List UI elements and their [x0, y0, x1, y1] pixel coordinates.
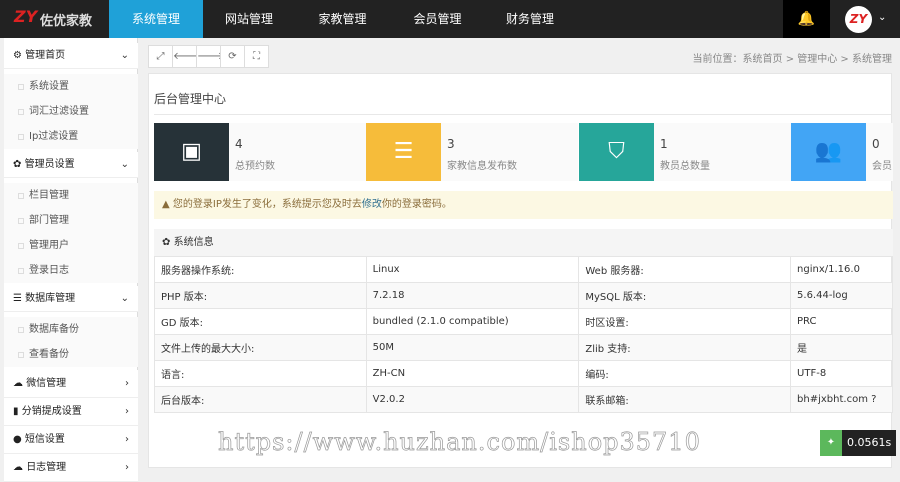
expand-icon[interactable]: ⤢: [148, 45, 173, 68]
thinkphp-icon: ✦: [820, 430, 842, 456]
table-cell: bundled (2.1.0 compatible): [365, 308, 580, 335]
table-cell: 文件上传的最大大小:: [154, 334, 367, 361]
users-icon: 👥: [791, 123, 866, 181]
sidebar-section-3[interactable]: ☁ 微信管理 ›: [4, 370, 138, 398]
sidebar-item[interactable]: 登录日志: [4, 258, 138, 283]
table-row: GD 版本: bundled (2.1.0 compatible) 时区设置: PRC: [154, 308, 893, 335]
chevron-down-icon: ⌄: [120, 293, 129, 304]
sidebar-item[interactable]: 数据库备份: [4, 317, 138, 342]
table-cell: bh#jxbht.com ?: [790, 386, 893, 413]
stat-card[interactable]: ⛉ 1 教员总数量: [579, 123, 791, 181]
sidebar-item[interactable]: 查看备份: [4, 342, 138, 367]
sidebar-item[interactable]: Ip过滤设置: [4, 124, 138, 149]
divider: [154, 114, 891, 115]
wechat-icon: ☁: [13, 378, 23, 389]
breadcrumb: 当前位置：系统首页 > 管理中心 > 系统管理: [692, 54, 892, 65]
table-cell: 服务器操作系统:: [154, 256, 367, 283]
change-password-link[interactable]: 修改: [362, 199, 382, 210]
table-row: PHP 版本: 7.2.18 MySQL 版本: 5.6.44-log: [154, 282, 893, 309]
nav-tab-2[interactable]: 家教管理: [295, 0, 390, 38]
table-cell: PRC: [790, 308, 893, 335]
sidebar-section-2[interactable]: ☰ 数据库管理 ⌄: [4, 286, 138, 312]
server-icon: ☰: [366, 123, 441, 181]
chevron-right-icon: ›: [125, 434, 129, 445]
table-cell: UTF-8: [790, 360, 893, 387]
sidebar-section-5[interactable]: ● 短信设置 ›: [4, 426, 138, 454]
table-cell: 7.2.18: [365, 282, 580, 309]
chevron-right-icon: ›: [125, 378, 129, 389]
sidebar-section-0[interactable]: ⚙ 管理首页 ⌄: [4, 43, 138, 69]
table-cell: PHP 版本:: [154, 282, 367, 309]
nav-tab-3[interactable]: 会员管理: [390, 0, 485, 38]
table-cell: 50M: [365, 334, 580, 361]
logo[interactable]: ZY 佐优家教: [14, 6, 106, 32]
trace-timer[interactable]: ✦ 0.0561s: [820, 430, 897, 456]
table-cell: Linux: [365, 256, 580, 283]
sidebar-section-1[interactable]: ✿ 管理员设置 ⌄: [4, 152, 138, 178]
sidebar: ⚙ 管理首页 ⌄ 系统设置 词汇过滤设置 Ip过滤设置 ✿ 管理员设置 ⌄ 栏目管理 部门管理管…: [4, 38, 138, 482]
back-icon[interactable]: 🡐: [172, 45, 200, 68]
table-row: 服务器操作系统: Linux Web 服务器: nginx/1.16.0: [154, 256, 893, 283]
table-cell: Web 服务器:: [578, 256, 792, 283]
chevron-down-icon: ⌄: [120, 50, 129, 61]
watermark: https://www.huzhan.com/ishop35710: [218, 428, 701, 457]
table-row: 后台版本: V2.0.2 联系邮箱: bh#jxbht.com ?: [154, 386, 893, 413]
warning-icon: ▲: [162, 199, 170, 210]
nav-tab-4[interactable]: 财务管理: [485, 0, 575, 38]
fullscreen-icon[interactable]: ⛶: [244, 45, 269, 68]
basket-icon: ⛉: [579, 123, 654, 181]
table-cell: 联系邮箱:: [578, 386, 792, 413]
page-title: 后台管理中心: [154, 92, 227, 106]
bell-icon[interactable]: 🔔: [783, 0, 830, 38]
table-row: 文件上传的最大大小: 50M Zlib 支持: 是: [154, 334, 893, 361]
sidebar-section-6[interactable]: ☁ 日志管理 ›: [4, 454, 138, 482]
bar-chart-icon: ▮: [13, 406, 19, 417]
sidebar-section-4[interactable]: ▮ 分销提成设置 ›: [4, 398, 138, 426]
toolbar: ⤢ 🡐 🡒 ⟳ ⛶: [148, 45, 269, 68]
money-icon: ▣: [154, 123, 229, 181]
sidebar-item[interactable]: 词汇过滤设置: [4, 99, 138, 124]
table-cell: MySQL 版本:: [578, 282, 792, 309]
chevron-down-icon: ⌄: [120, 159, 129, 170]
nav-tab-0[interactable]: 系统管理: [109, 0, 203, 38]
table-cell: 时区设置:: [578, 308, 792, 335]
sidebar-item[interactable]: 系统设置: [4, 74, 138, 99]
table-cell: 编码:: [578, 360, 792, 387]
comment-icon: ●: [13, 434, 22, 445]
table-cell: 后台版本:: [154, 386, 367, 413]
table-cell: 5.6.44-log: [790, 282, 893, 309]
refresh-icon[interactable]: ⟳: [220, 45, 245, 68]
chevron-right-icon: ›: [125, 406, 129, 417]
table-cell: V2.0.2: [365, 386, 580, 413]
stat-card[interactable]: ☰ 3 家教信息发布数: [366, 123, 578, 181]
sysinfo-header: ✿ 系统信息: [154, 229, 893, 256]
stat-card[interactable]: 👥 0 会员: [791, 123, 893, 181]
sysinfo-table: 服务器操作系统: Linux Web 服务器: nginx/1.16.0 PHP 版本:…: [154, 256, 893, 413]
table-cell: Zlib 支持:: [578, 334, 792, 361]
table-cell: 语言:: [154, 360, 367, 387]
top-bar: ZY 佐优家教 系统管理 网站管理 家教管理 会员管理 财务管理 🔔 ZY ⌄: [0, 0, 900, 38]
gear-icon: ✿: [13, 159, 22, 170]
cloud-icon: ☁: [13, 462, 23, 473]
sidebar-item[interactable]: 管理用户: [4, 233, 138, 258]
sidebar-item[interactable]: 栏目管理: [4, 183, 138, 208]
stat-card[interactable]: ▣ 4 总预约数: [154, 123, 366, 181]
gear-icon: ✿: [162, 237, 171, 248]
table-cell: 是: [790, 334, 893, 361]
chevron-right-icon: ›: [125, 462, 129, 473]
alert-warning: ▲ 您的登录IP发生了变化，系统提示您及时去修改你的登录密码。: [154, 191, 893, 219]
forward-icon[interactable]: 🡒: [196, 45, 224, 68]
table-cell: ZH-CN: [365, 360, 580, 387]
table-row: 语言: ZH-CN 编码: UTF-8: [154, 360, 893, 387]
avatar[interactable]: ZY: [845, 6, 872, 33]
database-icon: ☰: [13, 293, 22, 304]
table-cell: GD 版本:: [154, 308, 367, 335]
main-panel: 后台管理中心 ▣ 4 总预约数 ☰ 3 家教信息发布数 ⛉ 1 教员总数量 👥 0 会员 ▲ 您的登录…: [148, 73, 893, 468]
nav-tab-1[interactable]: 网站管理: [203, 0, 295, 38]
chevron-down-icon[interactable]: ⌄: [878, 12, 886, 23]
sidebar-item[interactable]: 部门管理: [4, 208, 138, 233]
cogs-icon: ⚙: [13, 50, 22, 61]
table-cell: nginx/1.16.0: [790, 256, 893, 283]
